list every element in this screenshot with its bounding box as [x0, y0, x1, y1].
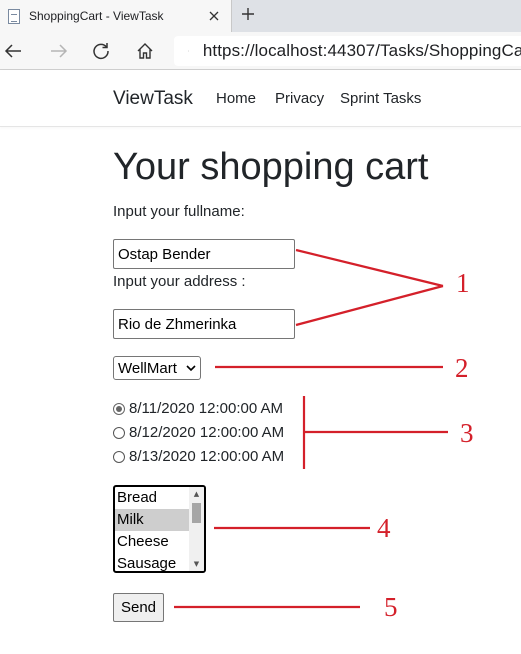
fullname-input[interactable]	[113, 239, 295, 269]
forward-button[interactable]	[46, 38, 72, 64]
back-arrow-icon	[4, 44, 21, 58]
send-button[interactable]: Send	[113, 593, 164, 622]
nav-link-home[interactable]: Home	[216, 90, 256, 107]
list-item-milk[interactable]: Milk	[115, 509, 189, 531]
radio-button[interactable]	[113, 426, 125, 439]
scroll-up-arrow-icon[interactable]: ▲	[189, 487, 204, 501]
store-select[interactable]: WellMart	[113, 356, 201, 380]
annotation-line-1b	[295, 284, 444, 327]
nav-link-privacy[interactable]: Privacy	[275, 90, 324, 107]
listbox-scrollbar[interactable]: ▲ ▼	[189, 487, 204, 571]
tab-strip: ShoppingCart - ViewTask	[0, 0, 521, 32]
products-listbox[interactable]: Bread Milk Cheese Sausage ▲ ▼	[113, 485, 206, 573]
list-item-bread[interactable]: Bread	[115, 487, 189, 509]
date-option-label: 8/13/2020 12:00:00 AM	[129, 448, 285, 465]
browser-toolbar: https://localhost:44307/Tasks/ShoppingCa…	[0, 32, 521, 70]
address-input[interactable]	[113, 309, 295, 339]
navbar-brand[interactable]: ViewTask	[113, 88, 193, 110]
back-button[interactable]	[0, 38, 26, 64]
address-bar[interactable]: https://localhost:44307/Tasks/ShoppingCa…	[174, 36, 521, 66]
page-title: Your shopping cart	[113, 146, 429, 188]
refresh-button[interactable]	[88, 38, 114, 64]
date-option-3[interactable]: 8/13/2020 12:00:00 AM	[113, 448, 284, 465]
scroll-down-arrow-icon[interactable]: ▼	[189, 557, 204, 571]
annotation-number-4: 4	[377, 513, 391, 543]
new-tab-button[interactable]	[236, 4, 260, 28]
annotation-number-1: 1	[456, 268, 470, 298]
close-tab-icon[interactable]	[203, 5, 225, 27]
home-button[interactable]	[132, 38, 158, 64]
annotation-number-5: 5	[384, 592, 398, 622]
annotation-line-1a	[295, 248, 444, 288]
store-select-value: WellMart	[118, 359, 177, 377]
url-text: https://localhost:44307/Tasks/ShoppingCa…	[202, 41, 521, 60]
fullname-label: Input your fullname:	[113, 203, 245, 220]
lock-icon	[188, 50, 189, 52]
address-label: Input your address :	[113, 273, 246, 290]
home-icon	[137, 43, 153, 59]
date-option-2[interactable]: 8/12/2020 12:00:00 AM	[113, 424, 284, 441]
radio-button-checked[interactable]	[113, 402, 125, 415]
page-icon	[8, 8, 20, 24]
date-option-label: 8/11/2020 12:00:00 AM	[129, 400, 284, 417]
list-item-sausage[interactable]: Sausage	[115, 553, 189, 571]
forward-arrow-icon	[51, 44, 68, 58]
chevron-down-icon	[186, 365, 196, 372]
browser-tab[interactable]: ShoppingCart - ViewTask	[0, 0, 232, 32]
annotation-number-2: 2	[455, 353, 469, 383]
annotation-number-3: 3	[460, 418, 474, 448]
list-item-cheese[interactable]: Cheese	[115, 531, 189, 553]
tab-title: ShoppingCart - ViewTask	[29, 9, 164, 23]
date-option-label: 8/12/2020 12:00:00 AM	[129, 424, 285, 441]
nav-link-sprint-tasks[interactable]: Sprint Tasks	[340, 90, 421, 107]
scrollbar-thumb[interactable]	[192, 503, 201, 523]
date-option-1[interactable]: 8/11/2020 12:00:00 AM	[113, 400, 283, 417]
refresh-icon	[93, 43, 109, 60]
radio-button[interactable]	[113, 450, 125, 463]
site-navbar: ViewTask Home Privacy Sprint Tasks	[0, 70, 521, 127]
